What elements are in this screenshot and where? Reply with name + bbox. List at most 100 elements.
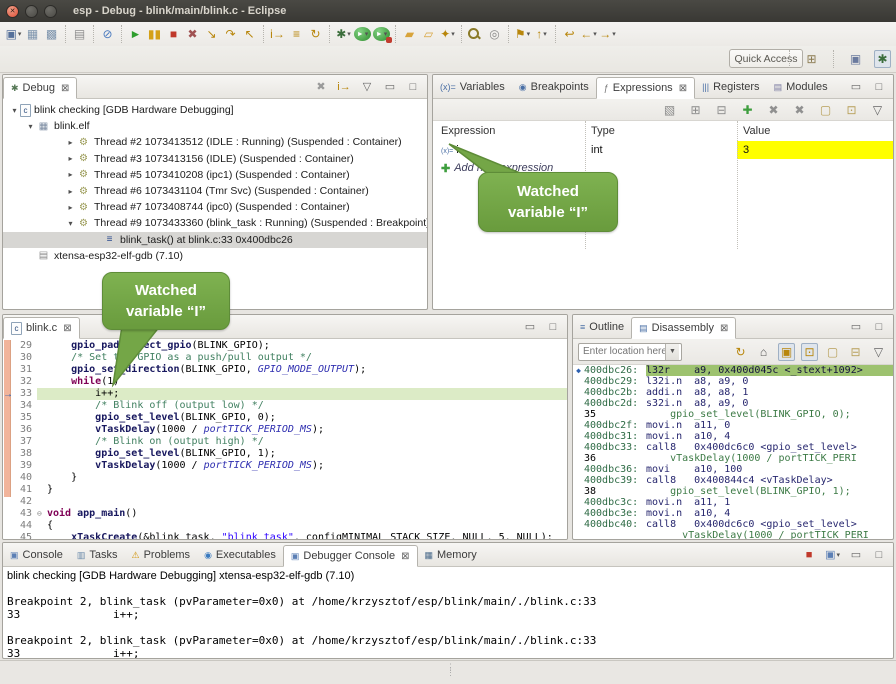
step-over-icon[interactable]: ↷ <box>222 25 239 43</box>
forward-icon[interactable]: →▾ <box>599 25 616 43</box>
display-selected-console-icon[interactable]: ▣▾ <box>825 547 840 562</box>
tab-expressions[interactable]: ƒExpressions⊠ <box>596 77 695 99</box>
save-all-icon[interactable]: ▩ <box>43 25 60 43</box>
refresh-view-icon[interactable]: ↻ <box>732 343 749 361</box>
tab-problems[interactable]: ⚠Problems <box>125 544 198 566</box>
open-element-icon[interactable]: ◎ <box>486 25 503 43</box>
debug-tree-item[interactable]: ▾cblink checking [GDB Hardware Debugging… <box>3 102 427 118</box>
display-selected-console-dropdown-icon[interactable]: ▾ <box>836 551 840 559</box>
new-view-icon[interactable]: ▢ <box>824 343 841 361</box>
remove-all-expressions-icon[interactable]: ✖ <box>791 101 808 119</box>
tab-tasks[interactable]: ▥Tasks <box>70 544 125 566</box>
debug-launch-tree[interactable]: ▾cblink checking [GDB Hardware Debugging… <box>3 99 427 264</box>
view-menu-icon[interactable]: ▽ <box>869 101 886 119</box>
step-into-icon[interactable]: ↘ <box>203 25 220 43</box>
disconnect-icon[interactable]: ✖ <box>184 25 201 43</box>
new-wizard-dropdown-icon[interactable]: ▾ <box>18 30 22 38</box>
terminate-icon[interactable]: ■ <box>165 25 182 43</box>
close-tab-icon[interactable]: ⊠ <box>61 83 69 94</box>
expander-icon[interactable]: ▸ <box>65 170 76 179</box>
close-tab-icon[interactable]: ⊠ <box>63 323 71 334</box>
expander-icon[interactable]: ▸ <box>65 138 76 147</box>
debug-tree-item[interactable]: ▾⚙Thread #9 1073433360 (blink_task : Run… <box>3 215 427 231</box>
minimize-icon[interactable]: ▭ <box>849 319 863 334</box>
stack-frame-item[interactable]: ≡blink_task() at blink.c:33 0x400dbc26 <box>3 232 427 248</box>
debug-tree-item[interactable]: ▸⚙Thread #5 1073410208 (ipc1) (Suspended… <box>3 167 427 183</box>
debug-tree-item[interactable]: ▾▦blink.elf <box>3 118 427 134</box>
last-edit-location-icon[interactable]: ↩ <box>561 25 578 43</box>
tab-disassembly[interactable]: ▤Disassembly⊠ <box>631 317 736 339</box>
minimize-icon[interactable]: ▭ <box>849 547 863 562</box>
save-icon[interactable]: ▦ <box>24 25 41 43</box>
tab-variables[interactable]: (x)=Variables <box>433 76 512 98</box>
debug-dropdown-icon[interactable]: ▾ <box>347 30 351 38</box>
step-return-icon[interactable]: ↖ <box>241 25 258 43</box>
debug-tree-item[interactable]: ▸⚙Thread #3 1073413156 (IDLE) (Suspended… <box>3 151 427 167</box>
location-combo[interactable]: ▼ <box>578 343 682 361</box>
tab-memory[interactable]: ▦Memory <box>418 544 484 566</box>
location-input[interactable] <box>579 346 665 357</box>
expander-icon[interactable]: ▾ <box>25 122 36 131</box>
maximize-icon[interactable]: □ <box>546 319 560 334</box>
debug-icon[interactable]: ✱▾ <box>335 25 352 43</box>
view-menu-icon[interactable]: ▽ <box>360 79 374 94</box>
tab-registers[interactable]: |||Registers <box>695 76 766 98</box>
expander-icon[interactable]: ▾ <box>9 106 20 115</box>
instruction-stepping-icon[interactable]: i→ <box>269 25 286 43</box>
back-icon[interactable]: ←▾ <box>580 25 597 43</box>
column-type[interactable]: Type <box>585 125 737 137</box>
new-c-project-icon[interactable]: ▰ <box>401 25 418 43</box>
forward-dropdown-icon[interactable]: ▾ <box>612 30 616 38</box>
restart-icon[interactable]: ↻ <box>307 25 324 43</box>
pin-editor-icon[interactable]: ⚑▾ <box>514 25 531 43</box>
minimize-icon[interactable]: ▭ <box>849 79 863 94</box>
expander-icon[interactable]: ▾ <box>65 219 76 228</box>
column-value[interactable]: Value <box>737 125 893 137</box>
maximize-icon[interactable]: □ <box>872 319 886 334</box>
location-dropdown-icon[interactable]: ▼ <box>665 344 679 360</box>
expander-icon[interactable]: ▸ <box>65 154 76 163</box>
expander-icon[interactable]: ▸ <box>65 203 76 212</box>
next-annotation-icon[interactable]: ↑▾ <box>533 25 550 43</box>
maximize-window-button[interactable] <box>44 5 57 18</box>
maximize-icon[interactable]: □ <box>872 79 886 94</box>
debug-tree-item[interactable]: ▸⚙Thread #6 1073431104 (Tmr Svc) (Suspen… <box>3 183 427 199</box>
new-view-icon[interactable]: ▢ <box>817 101 834 119</box>
search-icon[interactable] <box>467 27 484 41</box>
show-logical-structure-icon[interactable]: ⊞ <box>687 101 704 119</box>
home-pc-icon[interactable]: ⌂ <box>755 343 772 361</box>
flash-tool-dropdown-icon[interactable]: ▾ <box>451 30 455 38</box>
external-tools-dropdown-icon[interactable]: ▾ <box>384 30 388 38</box>
flash-tool-icon[interactable]: ✦▾ <box>439 25 456 43</box>
new-wizard-icon[interactable]: ▣▾ <box>5 25 22 43</box>
pin-editor-dropdown-icon[interactable]: ▾ <box>527 30 531 38</box>
tab-console[interactable]: ▣Console <box>3 544 70 566</box>
tab-modules[interactable]: ▤Modules <box>767 76 835 98</box>
tab-debugger-console[interactable]: ▣Debugger Console⊠ <box>283 545 418 567</box>
debug-tree-item[interactable]: ▸⚙Thread #2 1073413512 (IDLE : Running) … <box>3 134 427 150</box>
code-editor[interactable]: → 29 gpio_pad_select_gpio(BLINK_GPIO);30… <box>3 339 567 540</box>
print-icon[interactable]: ▤ <box>71 25 88 43</box>
close-window-button[interactable]: ✕ <box>6 5 19 18</box>
use-step-filters-icon[interactable]: ≡ <box>288 25 305 43</box>
close-tab-icon[interactable]: ⊠ <box>720 323 728 334</box>
run-dropdown-icon[interactable]: ▾ <box>365 30 369 38</box>
statusbar-grip[interactable]: ⋮⋮ <box>446 665 455 675</box>
skip-all-breakpoints-icon[interactable]: ⊘ <box>99 25 116 43</box>
sync-active-context-icon[interactable]: ⊡ <box>801 343 818 361</box>
collapse-all-icon[interactable]: ⊟ <box>713 101 730 119</box>
remove-all-terminated-icon[interactable]: ✖ <box>314 79 328 94</box>
expression-type-cell[interactable]: int <box>585 144 737 156</box>
add-expression-icon[interactable]: ✚ <box>739 101 756 119</box>
next-annotation-dropdown-icon[interactable]: ▾ <box>543 30 547 38</box>
show-type-names-icon[interactable]: ▧ <box>661 101 678 119</box>
tab-executables[interactable]: ◉Executables <box>197 544 283 566</box>
console-output[interactable]: Breakpoint 2, blink_task (pvParameter=0x… <box>3 582 893 659</box>
maximize-icon[interactable]: □ <box>406 79 420 94</box>
open-folder-icon[interactable]: ▱ <box>420 25 437 43</box>
view-menu-icon[interactable]: ▽ <box>870 343 887 361</box>
expression-value-cell[interactable]: 3 <box>737 141 893 159</box>
maximize-icon[interactable]: □ <box>872 547 886 562</box>
debug-perspective-icon[interactable]: ✱ <box>874 50 891 68</box>
debug-tree-item[interactable]: ▸⚙Thread #7 1073408744 (ipc0) (Suspended… <box>3 199 427 215</box>
